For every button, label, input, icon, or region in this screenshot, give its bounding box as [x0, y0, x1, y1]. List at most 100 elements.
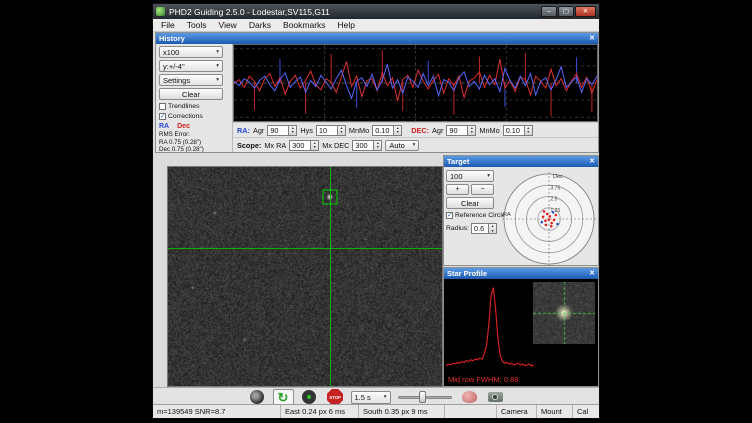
- radius-value: 0.6: [471, 223, 489, 234]
- graph-legend: RA Dec: [159, 122, 230, 131]
- guide-button[interactable]: [299, 389, 320, 405]
- ra-aggression-spinner[interactable]: 90 ▲▼: [267, 125, 297, 136]
- menu-darks[interactable]: Darks: [243, 19, 277, 32]
- slider-thumb[interactable]: [419, 391, 426, 403]
- hysteresis-spinner[interactable]: 10 ▲▼: [316, 125, 346, 136]
- stop-sign-icon: STOP: [327, 389, 343, 405]
- max-dec-spinner[interactable]: 300 ▲▼: [352, 140, 382, 151]
- advanced-settings-button[interactable]: [459, 389, 480, 405]
- spinner-arrows-icon[interactable]: ▲▼: [289, 125, 297, 136]
- chevron-down-icon: ▾: [216, 77, 219, 83]
- maximize-button[interactable]: ▢: [558, 6, 574, 17]
- radius-spinner[interactable]: 0.6 ▲▼: [471, 223, 497, 234]
- close-icon[interactable]: ✕: [589, 268, 595, 279]
- corrections-checkbox[interactable]: ✓ Corrections: [159, 112, 230, 121]
- menu-view[interactable]: View: [213, 19, 243, 32]
- spinner-arrows-icon[interactable]: ▲▼: [311, 140, 319, 151]
- dec-aggression-spinner[interactable]: 90 ▲▼: [446, 125, 476, 136]
- checkbox-icon: [159, 103, 166, 110]
- svg-text:RA: RA: [503, 212, 511, 218]
- guide-algo-params-row: RA: Agr 90 ▲▼ Hys 10 ▲▼ MnMo 0.10 ▲▼: [233, 122, 598, 137]
- close-icon[interactable]: ✕: [589, 156, 595, 167]
- clear-history-button[interactable]: Clear: [159, 88, 223, 100]
- guide-camera-canvas[interactable]: [168, 167, 442, 386]
- dec-guide-mode-dropdown[interactable]: Auto ▾: [385, 140, 419, 151]
- spinner-arrows-icon[interactable]: ▲▼: [338, 125, 346, 136]
- phd2-window: PHD2 Guiding 2.5.0 - Lodestar,SV115,G11 …: [152, 3, 600, 419]
- app-icon: [156, 7, 165, 16]
- svg-text:3.75: 3.75: [551, 185, 561, 191]
- stop-button[interactable]: STOP: [325, 389, 346, 405]
- brain-icon: [462, 391, 477, 403]
- y-scale-dropdown[interactable]: y:+/-4" ▾: [159, 60, 223, 72]
- exposure-value: 1.5 s: [355, 393, 371, 402]
- guide-camera-view[interactable]: [167, 166, 443, 387]
- checkbox-checked-icon: ✓: [446, 212, 453, 219]
- close-icon[interactable]: ✕: [589, 33, 595, 44]
- ra-params-label: RA:: [237, 126, 250, 135]
- rms-error-title: RMS Error:: [159, 132, 230, 139]
- reference-circle-label: Reference Circle: [455, 212, 506, 219]
- lock-crosshair-horizontal: [168, 248, 442, 249]
- target-bullseye-plot: 1.252.53.75DecRA: [500, 170, 598, 268]
- spinner-arrows-icon[interactable]: ▲▼: [374, 140, 382, 151]
- max-ra-spinner[interactable]: 300 ▲▼: [289, 140, 319, 151]
- spinner-arrows-icon[interactable]: ▲▼: [489, 223, 497, 234]
- camera-properties-button[interactable]: [485, 389, 506, 405]
- spinner-arrows-icon[interactable]: ▲▼: [468, 125, 476, 136]
- ra-minmove-label: MnMo: [349, 126, 369, 135]
- connect-equipment-button[interactable]: [247, 389, 268, 405]
- x-scale-value: x100: [163, 48, 179, 57]
- target-panel-header[interactable]: Target ✕: [444, 156, 598, 167]
- guiding-graph: [233, 44, 598, 122]
- history-panel: History ✕ x100 ▾ y:+/-4" ▾ Settings ▾ Cl…: [155, 32, 599, 153]
- star-mass-snr-readout: m=139549 SNR=8.7: [153, 405, 281, 418]
- camera-status: Camera: [497, 405, 537, 418]
- spinner-arrows-icon[interactable]: ▲▼: [525, 125, 533, 136]
- menu-help[interactable]: Help: [332, 19, 361, 32]
- dec-minmove-spinner[interactable]: 0.10 ▲▼: [503, 125, 533, 136]
- screen-stretch-slider[interactable]: [396, 389, 454, 405]
- settings-dropdown[interactable]: Settings ▾: [159, 74, 223, 86]
- menu-file[interactable]: File: [155, 19, 181, 32]
- south-correction-readout: South 0.35 px 9 ms: [359, 405, 445, 418]
- titlebar[interactable]: PHD2 Guiding 2.5.0 - Lodestar,SV115,G11 …: [153, 4, 599, 19]
- history-controls: x100 ▾ y:+/-4" ▾ Settings ▾ Clear Trendl…: [156, 44, 232, 152]
- target-zoom-dropdown[interactable]: 100 ▾: [446, 170, 494, 182]
- ra-aggression-value: 90: [267, 125, 289, 136]
- close-button[interactable]: ✕: [575, 6, 596, 17]
- x-scale-dropdown[interactable]: x100 ▾: [159, 46, 223, 58]
- exposure-dropdown[interactable]: 1.5 s ▾: [351, 391, 391, 404]
- mount-status: Mount: [537, 405, 573, 418]
- reference-circle-checkbox[interactable]: ✓ Reference Circle: [446, 211, 500, 220]
- history-panel-header[interactable]: History ✕: [156, 33, 598, 44]
- target-zoom-out-button[interactable]: −: [471, 184, 494, 195]
- star-profile-body: Mid row FWHM: 0.88: [444, 279, 598, 386]
- loop-exposures-button[interactable]: ↻: [273, 389, 294, 405]
- history-panel-title: History: [159, 34, 185, 43]
- trendlines-label: Trendlines: [168, 103, 199, 110]
- corrections-label: Corrections: [168, 113, 203, 120]
- ra-minmove-spinner[interactable]: 0.10 ▲▼: [372, 125, 402, 136]
- dec-aggression-value: 90: [446, 125, 468, 136]
- star-profile-panel: Star Profile ✕ Mid row FWHM: 0.88: [443, 267, 599, 387]
- window-title: PHD2 Guiding 2.5.0 - Lodestar,SV115,G11: [169, 7, 330, 17]
- checkbox-checked-icon: ✓: [159, 113, 166, 120]
- max-dec-label: Mx DEC: [322, 141, 349, 150]
- star-profile-panel-header[interactable]: Star Profile ✕: [444, 268, 598, 279]
- menu-tools[interactable]: Tools: [181, 19, 213, 32]
- spinner-arrows-icon[interactable]: ▲▼: [394, 125, 402, 136]
- minimize-button[interactable]: –: [541, 6, 557, 17]
- hysteresis-label: Hys: [300, 126, 313, 135]
- dec-guide-mode-value: Auto: [389, 141, 404, 150]
- ra-aggression-label: Agr: [253, 126, 264, 135]
- trendlines-checkbox[interactable]: Trendlines: [159, 102, 230, 111]
- target-zoom-in-button[interactable]: +: [446, 184, 469, 195]
- hysteresis-value: 10: [316, 125, 338, 136]
- clear-target-button[interactable]: Clear: [446, 197, 494, 209]
- menu-bookmarks[interactable]: Bookmarks: [277, 19, 332, 32]
- loop-arrows-icon: ↻: [278, 391, 289, 404]
- settings-value: Settings: [163, 76, 190, 85]
- east-correction-readout: East 0.24 px 6 ms: [281, 405, 359, 418]
- chevron-down-icon: ▾: [413, 142, 416, 148]
